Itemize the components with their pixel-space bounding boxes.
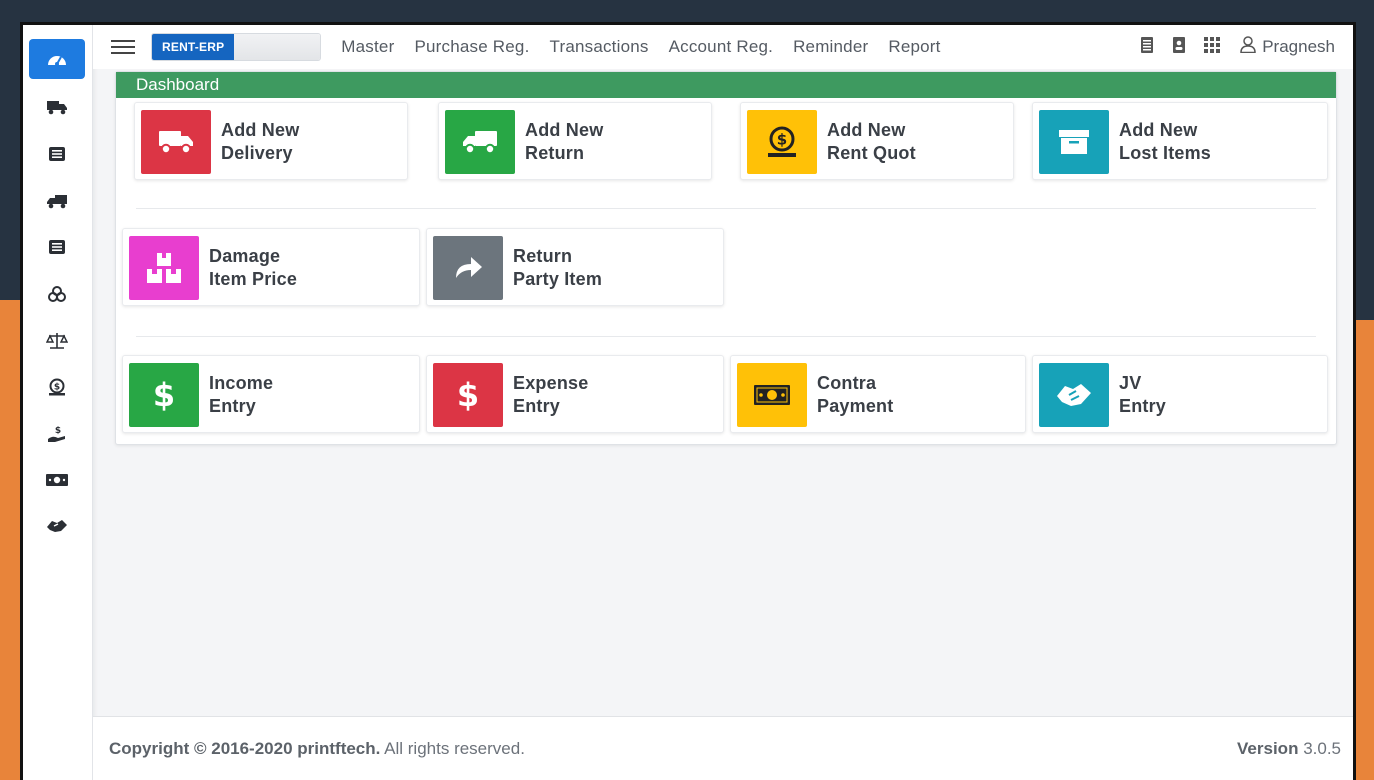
- dashboard-icon[interactable]: [29, 39, 85, 79]
- nav-purchase-reg[interactable]: Purchase Reg.: [404, 37, 539, 57]
- row-divider: [136, 336, 1316, 337]
- balance-scale-icon[interactable]: [29, 321, 85, 361]
- card-label: Add New Lost Items: [1119, 120, 1212, 163]
- expense-entry-card[interactable]: $ Expense Entry: [426, 355, 724, 433]
- nav-account-reg[interactable]: Account Reg.: [659, 37, 783, 57]
- delivery-truck-icon: [141, 110, 211, 174]
- nav-reminder[interactable]: Reminder: [783, 37, 878, 57]
- card-label: Add New Return: [525, 120, 604, 163]
- version-text: Version 3.0.5: [1237, 738, 1341, 758]
- handshake-icon[interactable]: [29, 506, 85, 546]
- card-label: Contra Payment: [817, 373, 894, 416]
- money-bill-icon[interactable]: [29, 460, 85, 500]
- card-label: JV Entry: [1119, 373, 1167, 416]
- side-rail: $ $: [23, 25, 93, 780]
- nav-master[interactable]: Master: [331, 37, 404, 57]
- main-nav: Master Purchase Reg. Transactions Accoun…: [331, 37, 950, 57]
- card-label: Income Entry: [209, 373, 274, 416]
- return-truck-icon: [445, 110, 515, 174]
- dollar-sign-icon: $: [433, 363, 503, 427]
- list-alt-icon[interactable]: [29, 227, 85, 267]
- boxes-icon: [129, 236, 199, 300]
- add-new-return-card[interactable]: Add New Return: [438, 102, 712, 180]
- svg-text:$: $: [54, 383, 60, 393]
- return-truck-icon[interactable]: [29, 181, 85, 221]
- brand-spacer: [234, 34, 321, 60]
- svg-text:$: $: [55, 426, 61, 436]
- copyright-text: Copyright © 2016-2020 printftech. All ri…: [109, 738, 525, 758]
- add-new-rent-quot-card[interactable]: $ Add New Rent Quot: [740, 102, 1014, 180]
- card-label: Damage Item Price: [209, 246, 298, 289]
- svg-text:$: $: [777, 131, 787, 149]
- grid-apps-icon[interactable]: [1204, 36, 1221, 58]
- money-bill-icon: [737, 363, 807, 427]
- card-label: Add New Rent Quot: [827, 120, 916, 163]
- share-arrow-icon: [433, 236, 503, 300]
- brand-logo[interactable]: RENT-ERP: [151, 33, 322, 61]
- dashboard-panel: Dashboard Add New Delivery Add New Return …: [115, 71, 1337, 445]
- archive-box-icon: [1039, 110, 1109, 174]
- address-book-icon[interactable]: [1172, 36, 1186, 58]
- jv-entry-card[interactable]: JV Entry: [1032, 355, 1328, 433]
- dollar-sign-icon: $: [129, 363, 199, 427]
- user-icon: [1240, 36, 1256, 58]
- list-icon[interactable]: [29, 134, 85, 174]
- money-bag-icon: $: [747, 110, 817, 174]
- nav-report[interactable]: Report: [878, 37, 950, 57]
- hamburger-menu-icon[interactable]: [111, 36, 135, 58]
- add-new-lost-items-card[interactable]: Add New Lost Items: [1032, 102, 1328, 180]
- svg-text:$: $: [153, 377, 175, 413]
- return-party-item-card[interactable]: Return Party Item: [426, 228, 724, 306]
- panel-title: Dashboard: [116, 72, 1336, 98]
- damage-item-price-card[interactable]: Damage Item Price: [122, 228, 420, 306]
- delivery-truck-icon[interactable]: [29, 87, 85, 127]
- user-name: Pragnesh: [1262, 37, 1335, 56]
- brand-name: RENT-ERP: [152, 34, 235, 60]
- hand-holding-dollar-icon[interactable]: $: [29, 414, 85, 454]
- top-tools: Pragnesh: [1122, 36, 1353, 58]
- income-entry-card[interactable]: $ Income Entry: [122, 355, 420, 433]
- card-label: Return Party Item: [513, 246, 603, 289]
- card-label: Add New Delivery: [221, 120, 300, 163]
- app-window: $ $ RENT-ERP Master Purchase Reg. Transa…: [20, 22, 1356, 780]
- boxes-icon[interactable]: [29, 274, 85, 314]
- top-bar: RENT-ERP Master Purchase Reg. Transactio…: [93, 25, 1353, 69]
- nav-transactions[interactable]: Transactions: [540, 37, 659, 57]
- footer: Copyright © 2016-2020 printftech. All ri…: [93, 716, 1353, 780]
- svg-text:$: $: [457, 377, 479, 413]
- user-menu[interactable]: Pragnesh: [1240, 36, 1335, 58]
- document-icon[interactable]: [1140, 36, 1154, 58]
- add-new-delivery-card[interactable]: Add New Delivery: [134, 102, 408, 180]
- contra-payment-card[interactable]: Contra Payment: [730, 355, 1026, 433]
- money-bag-icon[interactable]: $: [29, 367, 85, 407]
- handshake-icon: [1039, 363, 1109, 427]
- row-divider: [136, 208, 1316, 209]
- card-label: Expense Entry: [513, 373, 589, 416]
